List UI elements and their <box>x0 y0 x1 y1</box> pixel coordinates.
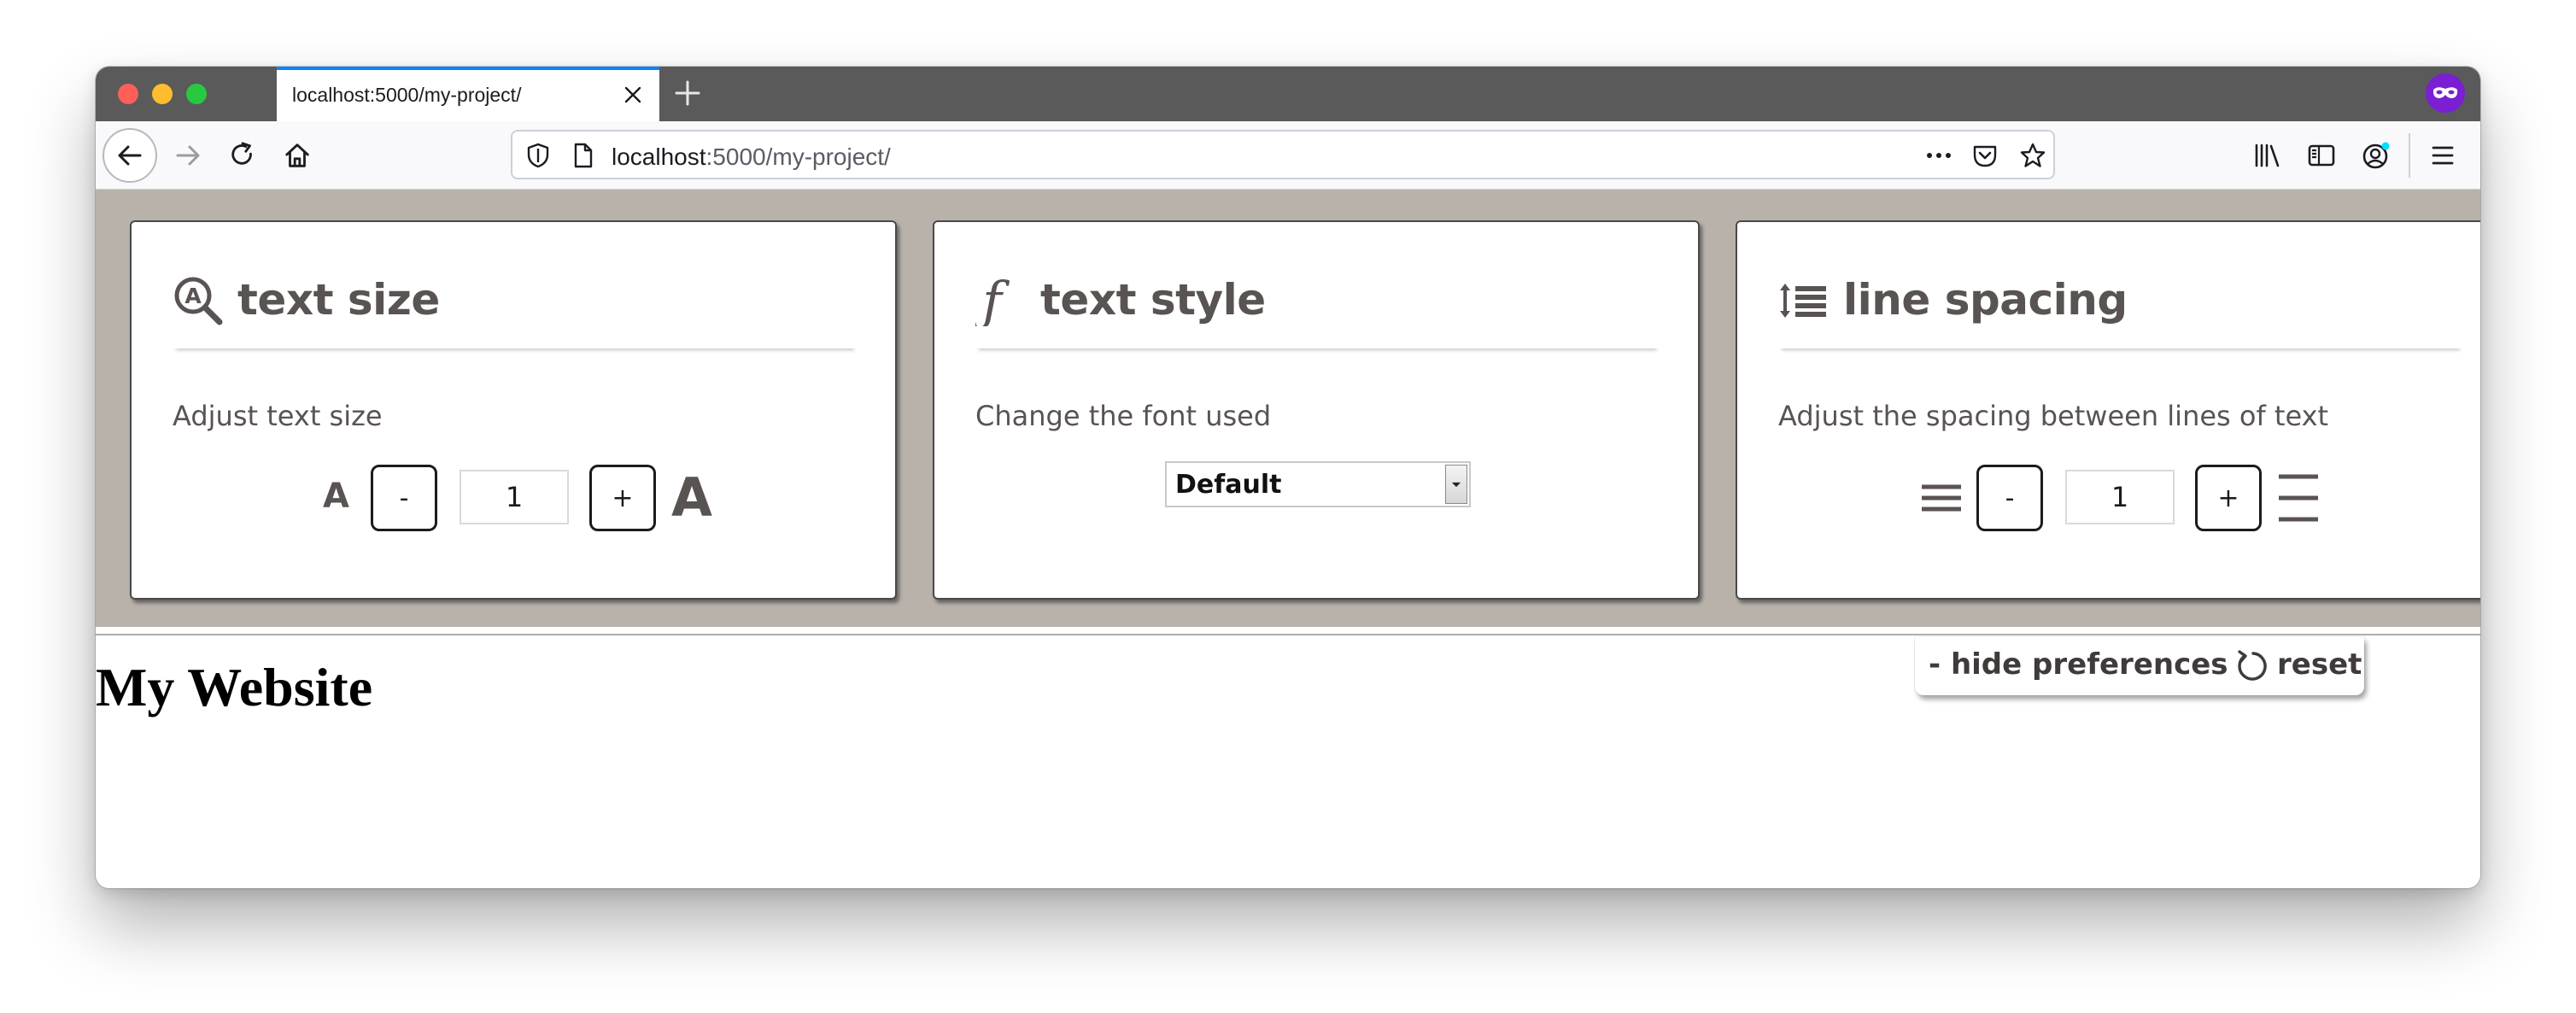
tracking-shield-icon[interactable] <box>524 142 552 169</box>
close-tab-icon[interactable] <box>622 84 644 106</box>
library-icon[interactable] <box>2251 140 2282 171</box>
page-content: A text size Adjust text size A - 1 + A ƒ <box>96 190 2480 888</box>
text-size-title: text size <box>237 275 440 325</box>
reset-label: reset <box>2277 647 2362 682</box>
text-size-description: Adjust text size <box>173 400 383 432</box>
browser-window: localhost:5000/my-project/ localhost:500… <box>96 67 2480 888</box>
text-size-stepper: A - 1 + A <box>132 465 895 533</box>
zoom-window-button[interactable] <box>186 84 207 104</box>
private-mask-icon[interactable] <box>2426 73 2465 113</box>
menu-icon[interactable] <box>2427 140 2458 171</box>
preferences-panel: A text size Adjust text size A - 1 + A ƒ <box>96 190 2480 628</box>
line-spacing-icon <box>1780 284 1826 318</box>
url-host: localhost <box>612 143 706 170</box>
back-icon <box>118 145 142 166</box>
preferences-divider <box>96 634 2480 635</box>
increase-text-size-button[interactable]: + <box>589 465 656 531</box>
text-size-card: A text size Adjust text size A - 1 + A <box>130 220 897 600</box>
font-f-icon: ƒ <box>975 275 1010 326</box>
home-button[interactable] <box>273 132 321 179</box>
active-tab[interactable]: localhost:5000/my-project/ <box>277 67 659 121</box>
hide-preferences-button[interactable]: - hide preferences <box>1929 647 2228 682</box>
increase-line-spacing-button[interactable]: + <box>2195 465 2262 531</box>
font-select[interactable]: Default <box>1165 461 1471 507</box>
tight-lines-icon <box>1922 484 1961 512</box>
text-style-card: ƒ text style Change the font used Defaul… <box>933 220 1700 600</box>
small-a-glyph: A <box>323 477 349 516</box>
sidebar-icon[interactable] <box>2306 140 2337 171</box>
line-spacing-stepper: - 1 + <box>1737 465 2480 533</box>
toolbar-divider <box>2409 133 2410 178</box>
url-text[interactable]: localhost:5000/my-project/ <box>612 143 891 171</box>
bookmark-star-icon[interactable] <box>2019 142 2046 169</box>
minimize-window-button[interactable] <box>152 84 173 104</box>
back-button[interactable] <box>102 128 157 183</box>
reset-icon <box>2238 650 2267 681</box>
navigation-toolbar: localhost:5000/my-project/ <box>96 121 2480 190</box>
home-icon <box>285 143 309 167</box>
line-spacing-value-input[interactable]: 1 <box>2065 470 2175 524</box>
text-style-header: ƒ text style <box>975 255 1660 348</box>
dropdown-arrow-icon[interactable] <box>1445 465 1467 504</box>
large-a-glyph: A <box>671 466 712 529</box>
text-style-description: Change the font used <box>975 400 1272 432</box>
account-icon[interactable] <box>2361 140 2392 171</box>
url-bar[interactable]: localhost:5000/my-project/ <box>511 130 2055 179</box>
new-tab-icon[interactable] <box>673 79 702 108</box>
more-icon[interactable] <box>1925 142 1952 169</box>
wide-lines-icon <box>2279 474 2318 522</box>
pocket-icon[interactable] <box>1971 142 1999 169</box>
text-size-header: A text size <box>173 255 858 348</box>
forward-icon <box>176 145 200 166</box>
preferences-toggle-tab: - hide preferences reset <box>1915 637 2364 695</box>
line-spacing-title: line spacing <box>1843 275 2128 325</box>
page-title: My Website <box>96 657 373 717</box>
line-spacing-card: line spacing Adjust the spacing between … <box>1736 220 2480 600</box>
reload-button[interactable] <box>219 132 266 179</box>
page-icon[interactable] <box>569 142 596 169</box>
svg-text:ƒ: ƒ <box>975 275 1010 326</box>
text-style-title: text style <box>1040 275 1266 325</box>
forward-button[interactable] <box>164 132 212 179</box>
decrease-text-size-button[interactable]: - <box>371 465 437 531</box>
text-size-magnifier-icon: A <box>174 277 223 325</box>
svg-text:A: A <box>184 284 202 308</box>
url-path: :5000/my-project/ <box>705 143 891 170</box>
decrease-line-spacing-button[interactable]: - <box>1976 465 2043 531</box>
reload-icon <box>231 142 252 165</box>
line-spacing-header: line spacing <box>1778 255 2463 348</box>
font-select-value: Default <box>1175 470 1282 500</box>
line-spacing-description: Adjust the spacing between lines of text <box>1778 400 2329 432</box>
close-window-button[interactable] <box>118 84 138 104</box>
tab-strip: localhost:5000/my-project/ <box>96 67 2480 121</box>
tab-title: localhost:5000/my-project/ <box>292 84 522 106</box>
text-size-value-input[interactable]: 1 <box>460 470 569 524</box>
